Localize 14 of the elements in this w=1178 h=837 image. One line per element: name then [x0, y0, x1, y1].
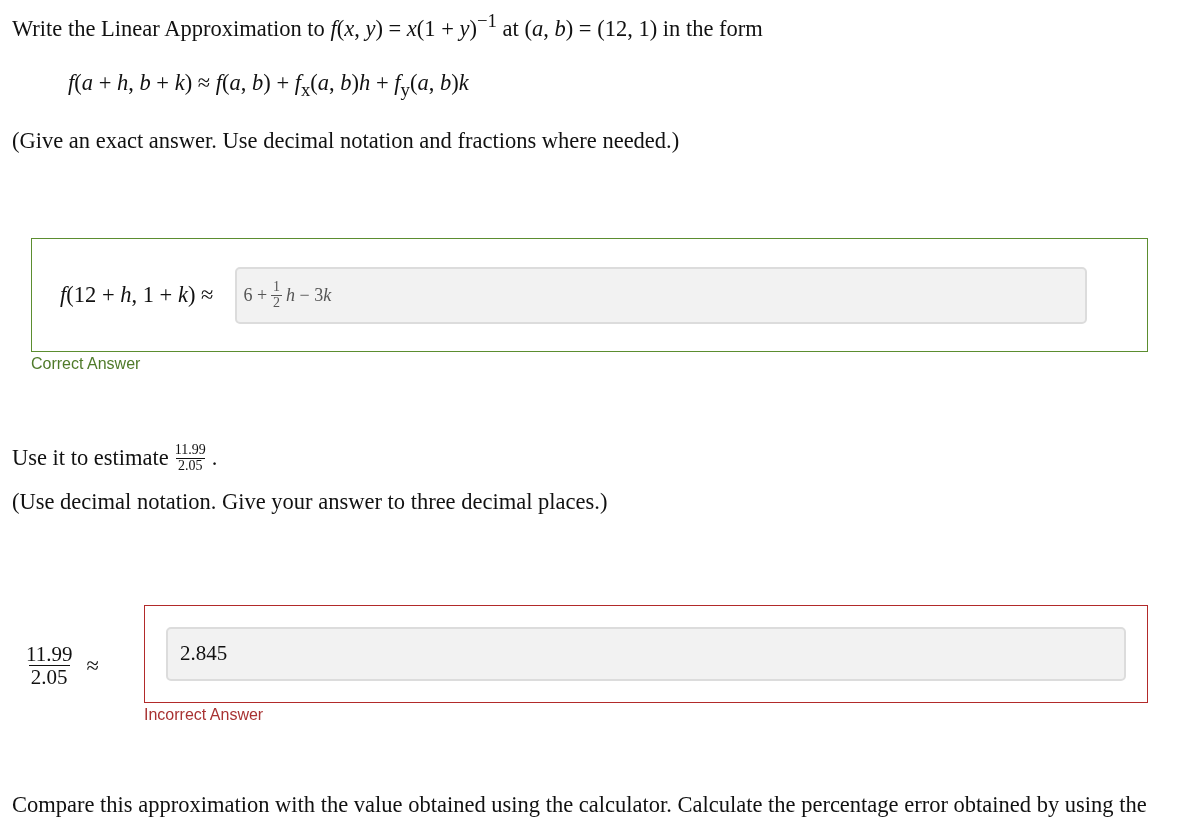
approx-symbol: ≈ — [86, 652, 99, 679]
fraction-label: 11.99 2.05 — [25, 643, 74, 689]
period-text: . — [211, 445, 218, 472]
formula-text: f(a + h, b + k) ≈ f(a, b) + f$_{x}$(a, b)h + f$_{y}$(a, b)k — [68, 69, 470, 100]
instruction-text: Compare this approximation with the value obtained using the calculator. Calculate the percentage error obtained by using the — [12, 792, 1148, 819]
note-text: (Give an exact answer. Use decimal notation and fractions where needed.) — [12, 128, 681, 154]
note-text: (Use decimal notation. Give your answer to three decimal places.) — [12, 489, 609, 516]
instruction-text: Use it to estimate — [12, 445, 169, 472]
answer-label: f(12 + h, 1 + k) ≈ — [60, 282, 214, 308]
answer-field[interactable]: 2.845 — [166, 627, 1126, 682]
feedback-text: Correct Answer — [31, 355, 142, 373]
instruction-text: Write the Linear Approximation to f(x, y) = x(1 + y)$^{−1}$ at (a, b) = (12, 1) in the form — [12, 10, 764, 42]
fraction: 11.99 2.05 — [173, 443, 207, 474]
feedback-text: Incorrect Answer — [144, 706, 265, 725]
